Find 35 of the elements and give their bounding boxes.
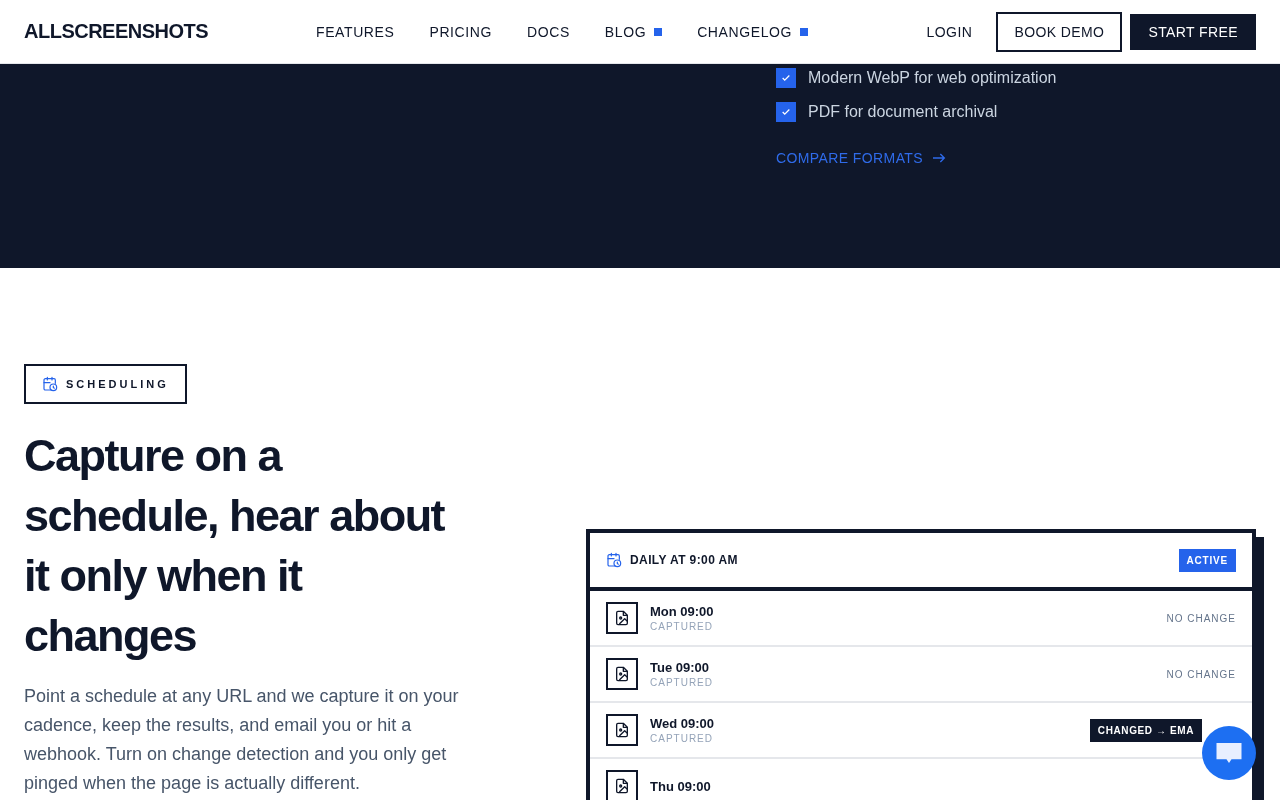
status-badge: ACTIVE [1178,548,1236,572]
calendar-clock-icon [606,552,622,568]
feature-text: PDF for document archival [808,103,998,121]
start-free-button[interactable]: START FREE [1130,13,1256,50]
compare-formats-link[interactable]: COMPARE FORMATS [776,150,948,166]
image-file-glyph-icon [614,722,630,738]
section-description: Point a schedule at any URL and we capture it on your cadence, keep the results, and email you or hit a webhook. Turn on change detection and you only get pinged when the page is actually different. [24,685,460,795]
image-file-glyph-icon [614,778,630,794]
capture-time: Wed 09:00 [650,716,716,731]
nav-link[interactable]: DOCS [527,23,570,40]
capture-time: Tue 09:00 [650,660,710,675]
capture-status: CAPTURED [650,733,714,744]
result-badge: CHANGED → EMA [1089,718,1202,742]
nav-link[interactable]: PRICING [429,23,492,40]
section-heading: Capture on a schedule, hear about it only when it changes [24,429,446,663]
feature-text: Modern WebP for web optimization [808,69,1057,87]
check-icon [781,73,791,83]
image-file-glyph-icon [614,666,630,682]
book-demo-button[interactable]: BOOK DEMO [996,11,1123,52]
login-link[interactable]: LOGIN [926,23,973,40]
tag-label: SCHEDULING [66,378,169,390]
result-label: NO CHANGE [1166,668,1236,680]
check-icon [781,107,791,117]
schedule-title: DAILY AT 9:00 AM [630,553,739,567]
capture-time: Mon 09:00 [650,604,715,619]
image-file-glyph-icon [614,610,630,626]
logo[interactable]: ALLSCREENSHOTS [24,20,316,43]
capture-time: Thu 09:00 [650,778,712,794]
result-label: NO CHANGE [1166,612,1236,624]
calendar-clock-icon [42,376,58,392]
capture-status: CAPTURED [650,677,714,688]
capture-status: CAPTURED [650,621,714,632]
nav-link[interactable]: FEATURES [316,23,395,40]
nav-link[interactable]: CHANGELOG [697,23,809,40]
nav-link[interactable]: BLOG [604,23,663,40]
